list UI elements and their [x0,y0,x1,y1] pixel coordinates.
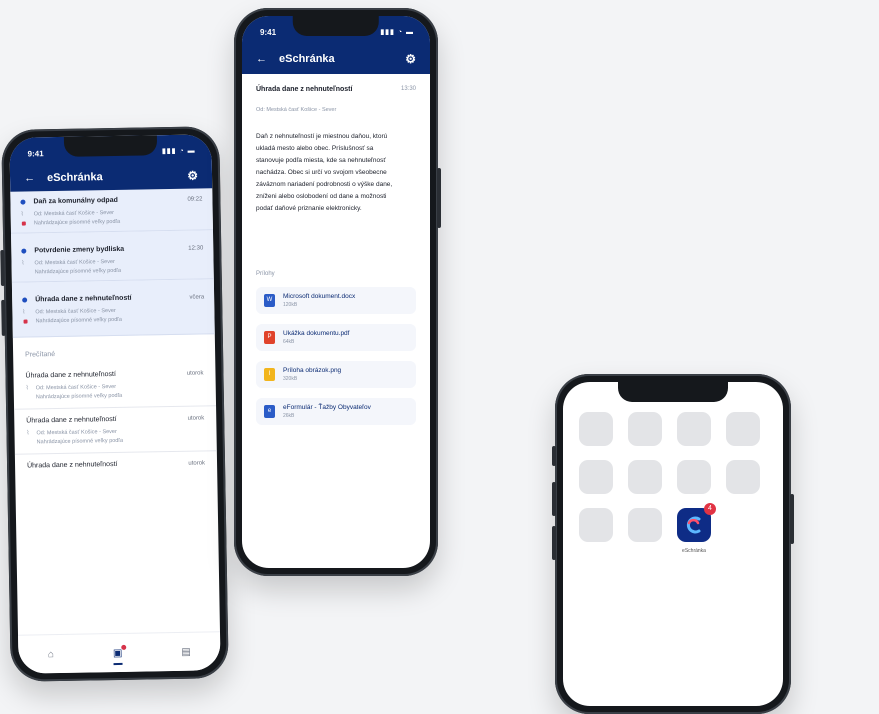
home-icon[interactable]: ⌂ [48,649,54,660]
message-sender: Od: Mestská časť Košice - Sever [35,383,117,392]
attachment-name: Microsoft dokument.docx [283,293,356,300]
message-body: Daň z nehnuteľností je miestnou daňou, k… [256,133,393,212]
mailbox-icon[interactable]: ▣ [113,644,127,665]
gear-icon[interactable]: ⚙ [405,52,416,66]
message-sender: Od: Mestská časť Košice - Sever [33,209,115,218]
attachment-item[interactable]: W Microsoft dokument.docx 120kB [256,287,416,314]
list-item[interactable]: Daň za komunálny odpad 09:22 ⌇ Od: Mestská… [10,188,213,234]
list-item[interactable]: Potvrdenie zmeny bydliska 12:30 ⌇ Od: Mest… [11,230,214,283]
tab-bar: ⌂ ▣ ▤ [18,631,221,674]
message-subject: Úhrada dane z nehnuteľností [25,370,116,380]
message-subject: Daň za komunálny odpad [33,196,118,206]
app-placeholder-icon[interactable] [579,412,613,446]
message-sender: Od: Mestská časť Košice - Sever [35,307,116,316]
message-time: 09:22 [187,195,203,203]
documents-icon[interactable]: ▤ [181,646,191,657]
app-grid: 4 eSchránka [579,412,760,554]
image-file-icon: I [264,368,275,381]
message-subject: Úhrada dane z nehnuteľností [26,415,117,425]
message-time: utorok [186,369,204,377]
message-flag: Nahrádzajúce písomné veľky podľa [34,267,122,276]
attachment-name: Ukážka dokumentu.pdf [283,330,350,337]
message-flag: Nahrádzajúce písomné veľky podľa [35,316,122,325]
list-item[interactable]: Úhrada dane z nehnuteľností utorok [15,451,217,478]
app-badge: 4 [704,503,716,515]
app-placeholder-icon[interactable] [677,460,711,494]
paperclip-icon: ⌇ [22,309,26,316]
message-subject: Úhrada dane z nehnuteľností [35,294,132,304]
message-time: včera [189,293,205,301]
phone-message-list: 9:41 ▮▮▮ ◔ ▬ ← eSchránka ⚙ Daň za komunál… [0,126,229,682]
list-item[interactable]: Úhrada dane z nehnuteľností utorok ⌇ Od: M… [14,406,217,455]
app-placeholder-icon[interactable] [628,508,662,542]
pdf-file-icon: P [264,331,275,344]
message-subject: Potvrdenie zmeny bydliska [34,245,125,255]
eschranka-logo-icon [686,516,701,534]
paperclip-icon: ⌇ [20,211,24,218]
phone-message-detail: 9:41 ▮▮▮ ◔ ▬ ← eSchránka ⚙ Úhrada dane z … [234,8,441,576]
attachments-heading: Prílohy [256,271,275,277]
message-flag: Nahrádzajúce písomné veľky podľa [35,392,123,401]
back-arrow-icon[interactable]: ← [24,172,35,184]
attachment-item[interactable]: e eFormulár - Ťažby Obyvateľov 26kB [256,398,416,425]
flag-icon [21,221,26,226]
message-sender: Od: Mestská časť Košice - Sever [34,258,115,267]
signal-icon: ▮▮▮ ◔ ▬ [161,147,196,156]
paperclip-icon: ⌇ [25,385,29,392]
paperclip-icon: ⌇ [26,430,30,437]
unread-dot [20,199,26,205]
gear-icon[interactable]: ⚙ [187,169,198,183]
phone-home-screen: 4 eSchránka [552,374,794,714]
message-sender: Od: Mestská časť Košice - Sever [36,428,117,437]
form-file-icon: e [264,405,275,418]
app-title: eSchránka [46,171,103,185]
list-item[interactable]: Úhrada dane z nehnuteľností utorok ⌇ Od: M… [13,361,217,410]
notch [292,16,380,36]
section-heading-read: Prečítané [25,351,56,359]
notch [63,135,158,157]
message-flag: Nahrádzajúce písomné veľky podľa [33,218,121,227]
attachment-size: 64kB [283,339,295,345]
app-placeholder-icon[interactable] [726,412,760,446]
flag-icon [23,319,28,324]
attachment-size: 320kB [283,376,298,382]
message-subject: Úhrada dane z nehnuteľností [27,460,118,470]
app-placeholder-icon[interactable] [628,412,662,446]
message-sender: Od: Mestská časť Košice - Sever [256,107,337,113]
message-subject: Úhrada dane z nehnuteľností [256,86,353,93]
back-arrow-icon[interactable]: ← [256,53,267,65]
app-label: eSchránka [682,548,706,554]
word-file-icon: W [264,294,275,307]
attachment-name: Príloha obrázok.png [283,367,342,374]
notification-badge [121,644,127,650]
app-placeholder-icon[interactable] [726,460,760,494]
status-time: 9:41 [260,28,277,37]
message-time: 12:30 [188,244,204,252]
message-time: 13:30 [400,86,416,92]
paperclip-icon: ⌇ [21,260,25,267]
attachment-name: eFormulár - Ťažby Obyvateľov [283,404,371,411]
unread-dot [21,248,27,254]
app-title: eSchránka [279,53,335,65]
eschranka-app-icon[interactable]: 4 eSchránka [677,503,716,554]
notch [618,382,728,402]
message-flag: Nahrádzajúce písomné veľky podľa [36,437,124,446]
attachment-size: 26kB [283,413,295,419]
app-placeholder-icon[interactable] [677,412,711,446]
message-time: utorok [188,459,206,467]
app-placeholder-icon[interactable] [579,508,613,542]
status-time: 9:41 [27,149,44,159]
signal-icon: ▮▮▮ ◔ ▬ [380,29,414,36]
unread-dot [22,297,28,303]
message-time: utorok [187,414,205,422]
app-placeholder-icon[interactable] [628,460,662,494]
list-item[interactable]: Úhrada dane z nehnuteľností včera ⌇ Od: Me… [11,279,215,338]
attachment-size: 120kB [283,302,298,308]
attachment-item[interactable]: I Príloha obrázok.png 320kB [256,361,416,388]
attachment-item[interactable]: P Ukážka dokumentu.pdf 64kB [256,324,416,351]
app-placeholder-icon[interactable] [579,460,613,494]
